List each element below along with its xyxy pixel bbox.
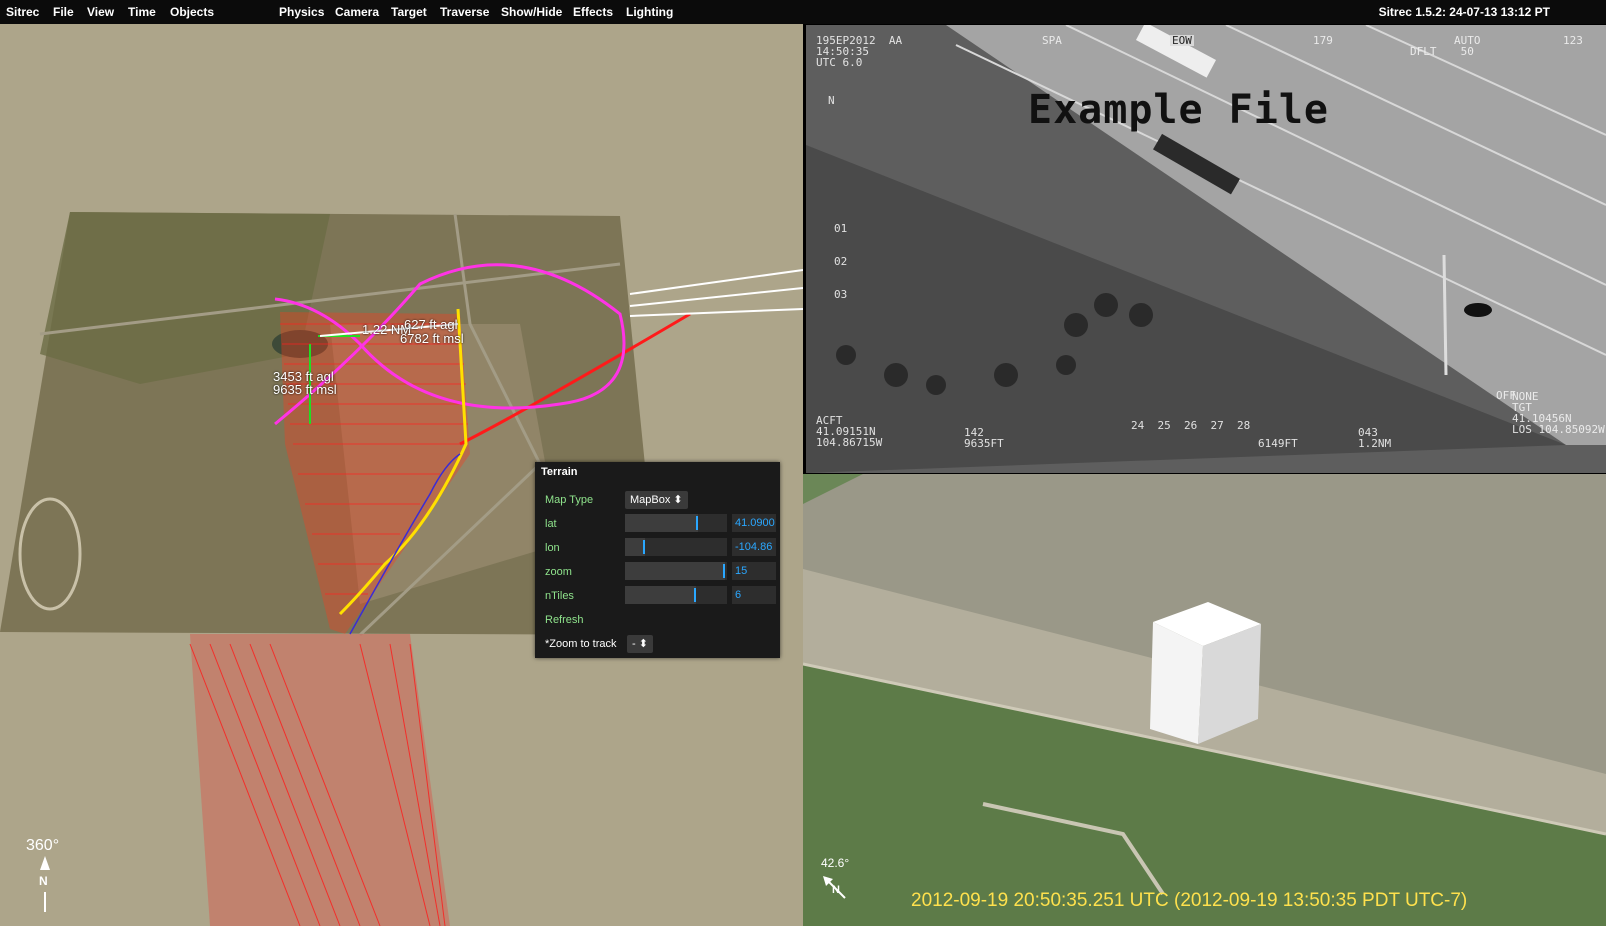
osd-179: 179 bbox=[1313, 34, 1333, 47]
satellite-graphics bbox=[803, 474, 1606, 926]
menu-show-hide[interactable]: Show/Hide bbox=[501, 5, 562, 19]
zoom-slider[interactable] bbox=[625, 562, 727, 580]
terrain-panel-title[interactable]: Terrain bbox=[541, 466, 774, 482]
ntiles-slider[interactable] bbox=[625, 586, 727, 604]
osd-tick-01: 01 bbox=[834, 222, 848, 235]
menu-file[interactable]: File bbox=[53, 5, 74, 19]
ntiles-input[interactable]: 6 bbox=[732, 586, 776, 604]
heading-readout: 360° bbox=[26, 837, 60, 854]
lon-label: lon bbox=[545, 542, 560, 554]
lon-input[interactable]: -104.86 bbox=[732, 538, 776, 556]
osd-spa: SPA bbox=[1042, 34, 1062, 47]
camera-msl-label: 9635 ft msl bbox=[273, 382, 337, 397]
menu-camera[interactable]: Camera bbox=[335, 5, 379, 19]
map-type-label: Map Type bbox=[545, 494, 594, 506]
compass-north-label: N bbox=[39, 874, 48, 888]
menu-sitrec[interactable]: Sitrec bbox=[6, 5, 39, 19]
osd-6149: 6149FT bbox=[1258, 437, 1298, 450]
zoom-label: zoom bbox=[545, 566, 572, 578]
zoom-to-track-value: - bbox=[632, 638, 636, 650]
osd-scale: 24 25 26 27 28 bbox=[1131, 419, 1251, 432]
zoom-input[interactable]: 15 bbox=[732, 562, 776, 580]
osd-tick-03: 03 bbox=[834, 288, 848, 301]
osd-datetime: 195EP2012 AA 14:50:35 UTC 6.0 bbox=[816, 34, 903, 69]
compass-north-label: N bbox=[832, 884, 840, 896]
menu-time[interactable]: Time bbox=[128, 5, 156, 19]
lat-slider[interactable] bbox=[625, 514, 727, 532]
target-msl-label: 6782 ft msl bbox=[400, 331, 464, 346]
heading-readout-satellite: 42.6° bbox=[821, 856, 850, 870]
timestamp-readout: 2012-09-19 20:50:35.251 UTC (2012-09-19 … bbox=[911, 890, 1468, 911]
osd-altitude: 142 9635FT bbox=[964, 426, 1004, 450]
osd-123: 123 bbox=[1563, 34, 1583, 47]
map-type-select[interactable]: MapBox ⬍ bbox=[625, 491, 688, 509]
osd-range: 043 1.2NM bbox=[1358, 426, 1392, 450]
example-file-overlay: Example File bbox=[1028, 87, 1329, 133]
lat-label: lat bbox=[545, 518, 557, 530]
lon-slider[interactable] bbox=[625, 538, 727, 556]
refresh-button[interactable]: Refresh bbox=[545, 614, 584, 626]
osd-dflt: DFLT bbox=[1410, 45, 1437, 58]
map-type-value: MapBox bbox=[630, 494, 671, 506]
ntiles-label: nTiles bbox=[545, 590, 574, 602]
osd-tick-02: 02 bbox=[834, 255, 848, 268]
menu-lighting[interactable]: Lighting bbox=[626, 5, 673, 19]
frustum-lower bbox=[190, 634, 450, 926]
sight-line-3 bbox=[629, 308, 803, 317]
version-label: Sitrec 1.5.2: 24-07-13 13:12 PT bbox=[1378, 5, 1550, 19]
zoom-to-track-select[interactable]: - ⬍ bbox=[627, 635, 653, 653]
video-view[interactable]: 195EP2012 AA 14:50:35 UTC 6.0 SPA EOW 17… bbox=[806, 25, 1606, 473]
menu-view[interactable]: View bbox=[87, 5, 114, 19]
terrain-panel: Terrain Map Type MapBox ⬍ lat 41.0900 lo… bbox=[535, 462, 780, 658]
target-agl-label: 627 ft agl bbox=[404, 317, 458, 332]
satellite-view[interactable]: 42.6° N 2012-09-19 20:50:35.251 UTC (201… bbox=[803, 474, 1606, 926]
menu-bar: Sitrec File View Time Objects Physics Ca… bbox=[0, 0, 1606, 24]
select-arrows-icon: ⬍ bbox=[638, 638, 648, 650]
car bbox=[1464, 303, 1492, 317]
menu-physics[interactable]: Physics bbox=[279, 5, 324, 19]
osd-eow: EOW bbox=[1170, 34, 1194, 47]
osd-aircraft-position: ACFT 41.09151N 104.86715W bbox=[816, 414, 883, 449]
osd-auto: AUTO 50 bbox=[1454, 34, 1481, 58]
menu-traverse[interactable]: Traverse bbox=[440, 5, 489, 19]
osd-target-position: NONE TGT 41.10456N LOS 104.85092W bbox=[1512, 390, 1605, 436]
menu-effects[interactable]: Effects bbox=[573, 5, 613, 19]
lat-input[interactable]: 41.0900 bbox=[732, 514, 776, 532]
menu-objects[interactable]: Objects bbox=[170, 5, 214, 19]
osd-north-indicator: N bbox=[828, 94, 835, 107]
zoom-to-track-label: *Zoom to track bbox=[545, 638, 617, 650]
light-pole bbox=[1442, 254, 1448, 376]
menu-target[interactable]: Target bbox=[391, 5, 427, 19]
select-arrows-icon: ⬍ bbox=[673, 494, 683, 506]
